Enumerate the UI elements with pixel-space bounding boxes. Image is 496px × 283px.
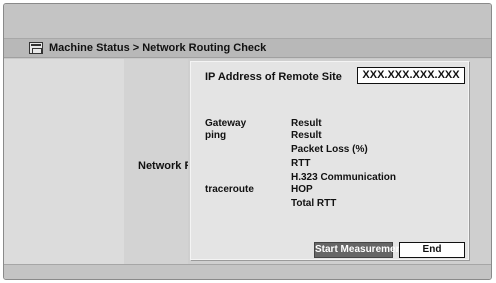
ip-address-field[interactable]: XXX.XXX.XXX.XXX — [357, 67, 465, 84]
gateway-label: Gateway — [205, 118, 247, 129]
network-routing-dialog: IP Address of Remote Site XXX.XXX.XXX.XX… — [190, 61, 469, 260]
h323-communication-label: H.323 Communication — [291, 172, 397, 183]
ip-address-label: IP Address of Remote Site — [205, 71, 342, 83]
machine-status-screen: Machine Status > Network Routing Check N… — [3, 3, 492, 280]
ping-label: ping — [205, 130, 227, 141]
packet-loss-label: Packet Loss (%) — [291, 144, 368, 155]
end-button[interactable]: End — [399, 242, 465, 258]
left-pane — [4, 59, 124, 264]
top-band — [4, 4, 491, 38]
traceroute-label: traceroute — [205, 184, 254, 195]
breadcrumb: Machine Status > Network Routing Check — [49, 42, 267, 54]
hop-label: HOP — [291, 184, 313, 195]
machine-status-icon — [29, 42, 43, 54]
start-measurement-button[interactable]: Start Measurement — [314, 242, 405, 258]
total-rtt-label: Total RTT — [291, 198, 337, 209]
rtt-label: RTT — [291, 158, 311, 169]
menu-item-network-routing[interactable]: Network R — [138, 160, 188, 172]
bottom-band — [4, 264, 491, 279]
gateway-result: Result — [291, 118, 322, 129]
menu-pane: Network R — [124, 59, 188, 264]
ping-result: Result — [291, 130, 322, 141]
title-bar: Machine Status > Network Routing Check — [4, 38, 491, 58]
